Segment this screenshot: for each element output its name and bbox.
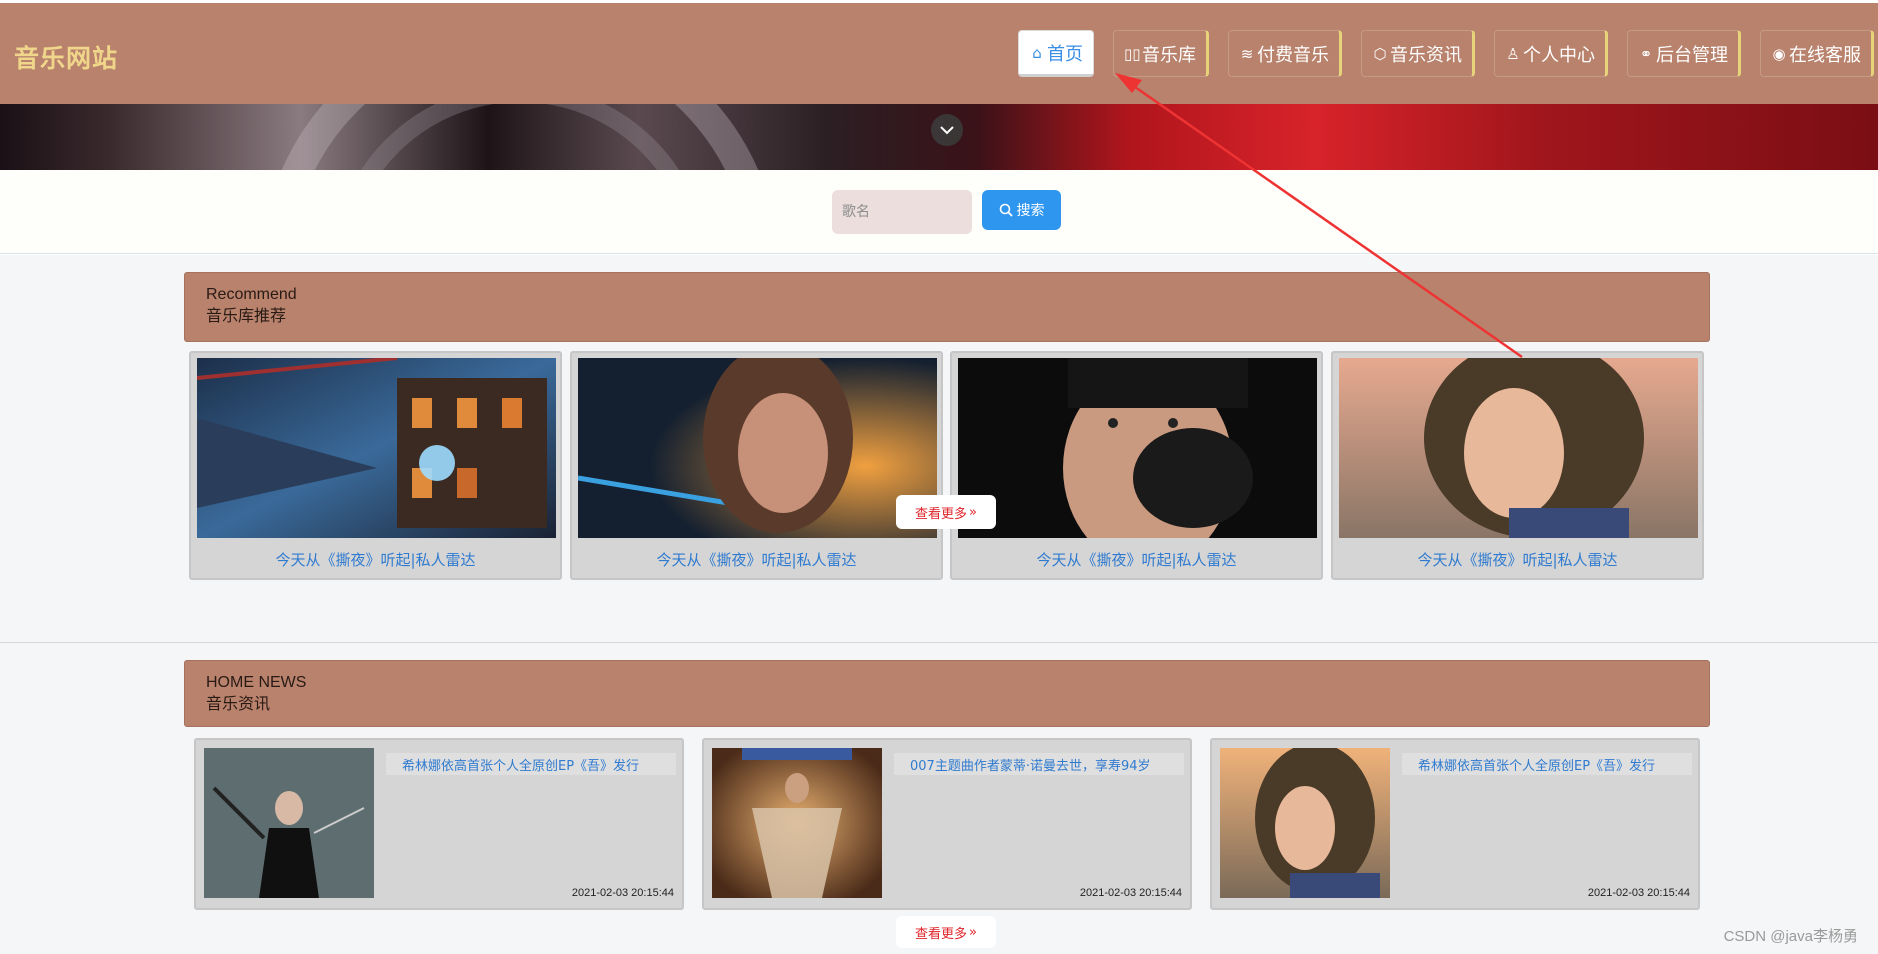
nav-label: 首页 [1047,43,1083,65]
nav-label: 音乐库 [1142,44,1196,66]
nav-item-music-library[interactable]: ▯▯ 音乐库 [1113,30,1209,77]
recommend-image[interactable] [958,358,1317,538]
recommend-caption[interactable]: 今天从《撕夜》听起|私人雷达 [572,549,941,570]
search-button[interactable]: 搜索 [982,190,1061,230]
box-icon: ⬡ [1373,44,1387,63]
site-brand[interactable]: 音乐网站 [14,39,118,75]
section-divider [0,642,1878,643]
top-header: 音乐网站 ⌂ 首页 ▯▯ 音乐库 ≋ 付费音乐 ⬡ 音乐资讯 ♙ 个人中心 ⚭ … [0,3,1878,104]
main-nav: ⌂ 首页 ▯▯ 音乐库 ≋ 付费音乐 ⬡ 音乐资讯 ♙ 个人中心 ⚭ 后台管理 … [999,30,1874,77]
recommend-caption[interactable]: 今天从《撕夜》听起|私人雷达 [191,549,560,570]
news-more-button[interactable]: 查看更多 » [896,916,996,948]
search-input[interactable] [832,190,972,234]
news-image[interactable] [712,748,882,898]
watermark: CSDN @java李杨勇 [1723,928,1858,945]
recommend-card[interactable]: 今天从《撕夜》听起|私人雷达 [570,351,943,580]
nav-label: 付费音乐 [1257,44,1329,66]
nav-label: 在线客服 [1789,44,1861,66]
section-title-en: HOME NEWS [206,674,307,691]
recommend-card[interactable]: 今天从《撕夜》听起|私人雷达 [950,351,1323,580]
double-chevron-right-icon: » [969,504,977,520]
nav-item-paid-music[interactable]: ≋ 付费音乐 [1228,30,1342,77]
chevron-down-icon[interactable] [931,114,963,146]
recommend-section-header: Recommend 音乐库推荐 [184,272,1710,342]
news-title[interactable]: 007主题曲作者蒙蒂·诺曼去世，享寿94岁 [894,753,1184,775]
news-section-header: HOME NEWS 音乐资讯 [184,660,1710,727]
more-label: 查看更多 [915,926,968,942]
columns-icon: ▯▯ [1124,44,1141,63]
search-bar: 搜索 [0,170,1878,254]
news-time: 2021-02-03 20:15:44 [571,887,674,899]
news-image[interactable] [204,748,374,898]
layers-icon: ≋ [1240,44,1254,63]
section-title-cn: 音乐资讯 [206,694,271,713]
recommend-card[interactable]: 今天从《撕夜》听起|私人雷达 [1331,351,1704,580]
nav-item-personal-center[interactable]: ♙ 个人中心 [1494,30,1608,77]
headset-icon: ◉ [1772,44,1786,63]
nav-item-admin[interactable]: ⚭ 后台管理 [1627,30,1741,77]
recommend-image[interactable] [578,358,937,538]
search-icon [999,203,1013,217]
section-title-cn: 音乐库推荐 [206,306,287,325]
main-content: Recommend 音乐库推荐 今天从《撕夜》听起|私人雷达 今天从《撕夜》听起… [0,255,1878,954]
link-icon: ⚭ [1639,44,1653,63]
more-label: 查看更多 [915,506,968,522]
news-title[interactable]: 希林娜依高首张个人全原创EP《吾》发行 [1402,753,1692,775]
recommend-caption[interactable]: 今天从《撕夜》听起|私人雷达 [1333,549,1702,570]
recommend-card[interactable]: 今天从《撕夜》听起|私人雷达 [189,351,562,580]
section-title-en: Recommend [206,286,297,303]
double-chevron-right-icon: » [969,924,977,940]
recommend-image[interactable] [197,358,556,538]
nav-label: 个人中心 [1523,44,1595,66]
nav-label: 音乐资讯 [1390,44,1462,66]
news-title[interactable]: 希林娜依高首张个人全原创EP《吾》发行 [386,753,676,775]
news-image[interactable] [1220,748,1390,898]
search-button-label: 搜索 [1016,203,1045,219]
news-card[interactable]: 希林娜依高首张个人全原创EP《吾》发行 2021-02-03 20:15:44 [1210,738,1700,910]
recommend-more-button[interactable]: 查看更多 » [896,495,996,529]
hero-banner [0,104,1878,170]
nav-item-home[interactable]: ⌂ 首页 [1018,30,1094,77]
recommend-image[interactable] [1339,358,1698,538]
user-icon: ♙ [1506,44,1520,63]
home-icon: ⌂ [1032,43,1042,62]
news-card[interactable]: 希林娜依高首张个人全原创EP《吾》发行 2021-02-03 20:15:44 [194,738,684,910]
nav-item-music-news[interactable]: ⬡ 音乐资讯 [1361,30,1475,77]
nav-label: 后台管理 [1656,44,1728,66]
news-time: 2021-02-03 20:15:44 [1587,887,1690,899]
news-card[interactable]: 007主题曲作者蒙蒂·诺曼去世，享寿94岁 2021-02-03 20:15:4… [702,738,1192,910]
recommend-caption[interactable]: 今天从《撕夜》听起|私人雷达 [952,549,1321,570]
nav-item-customer-service[interactable]: ◉ 在线客服 [1760,30,1874,77]
news-time: 2021-02-03 20:15:44 [1079,887,1182,899]
